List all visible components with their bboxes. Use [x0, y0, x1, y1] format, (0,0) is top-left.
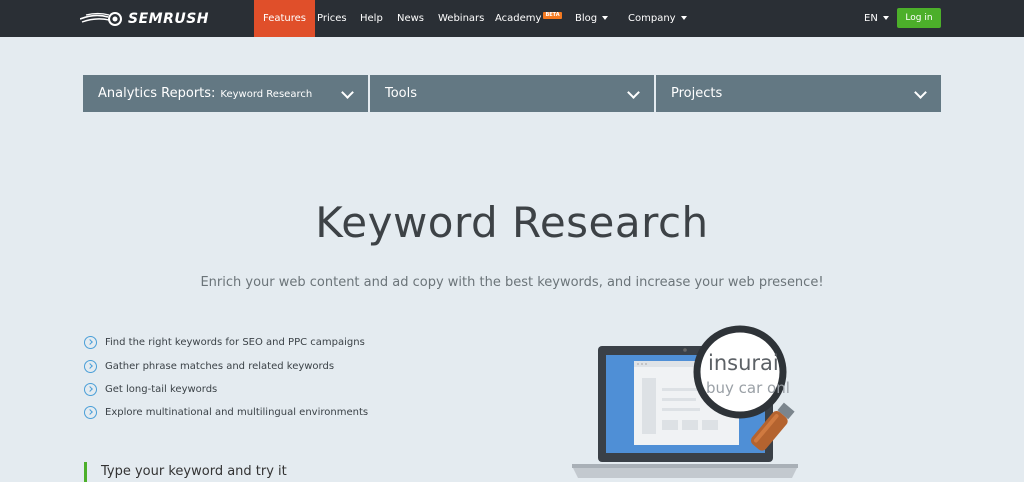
caret-down-icon	[882, 16, 889, 20]
chevron-down-icon	[627, 86, 640, 99]
chevron-circle-icon	[84, 335, 97, 349]
brand-name: SEMRUSH	[128, 11, 210, 27]
nav-company[interactable]: Company	[628, 0, 687, 37]
projects-label: Projects	[671, 86, 723, 101]
fire-swoosh-icon	[80, 12, 122, 26]
chevron-down-icon	[341, 86, 354, 99]
try-keyword-heading: Type your keyword and try it	[84, 462, 287, 482]
analytics-reports-dropdown[interactable]: Analytics Reports: Keyword Research	[83, 75, 368, 112]
nav-webinars-label: Webinars	[438, 13, 485, 24]
nav-features[interactable]: Features	[254, 0, 315, 37]
nav-academy-label: Academy	[495, 13, 542, 24]
nav-academy[interactable]: Academy BETA	[495, 0, 562, 37]
page-subtitle: Enrich your web content and ad copy with…	[200, 275, 824, 290]
semrush-logo[interactable]: SEMRUSH	[80, 9, 209, 29]
caret-down-icon	[602, 16, 609, 20]
page-title: Keyword Research	[315, 198, 709, 247]
feature-text: Get long-tail keywords	[105, 383, 218, 395]
feature-text: Find the right keywords for SEO and PPC …	[105, 336, 365, 348]
language-label: EN	[864, 13, 878, 24]
tools-label: Tools	[385, 86, 418, 101]
nav-news-label: News	[397, 13, 425, 24]
feature-item: Gather phrase matches and related keywor…	[84, 359, 334, 373]
feature-item: Find the right keywords for SEO and PPC …	[84, 335, 365, 349]
feature-text: Explore multinational and multilingual e…	[105, 406, 369, 418]
nav-features-label: Features	[263, 13, 306, 24]
beta-badge: BETA	[543, 12, 562, 19]
nav-news[interactable]: News	[397, 0, 424, 37]
nav-prices-label: Prices	[317, 13, 347, 24]
chevron-circle-icon	[84, 382, 97, 396]
feature-item: Get long-tail keywords	[84, 382, 217, 396]
language-selector[interactable]: EN	[864, 0, 889, 37]
laptop-magnifier-illustration: insurai buy car onl	[572, 325, 798, 478]
feature-item: Explore multinational and multilingual e…	[84, 405, 368, 419]
analytics-reports-title: Analytics Reports:	[98, 86, 216, 101]
nav-blog[interactable]: Blog	[575, 0, 609, 37]
magnifier-text-line1: insurai	[708, 351, 779, 375]
nav-company-label: Company	[628, 13, 676, 24]
login-button[interactable]: Log in	[897, 8, 941, 28]
nav-blog-label: Blog	[575, 13, 598, 24]
feature-text: Gather phrase matches and related keywor…	[105, 360, 335, 372]
analytics-reports-value: Keyword Research	[220, 89, 313, 100]
nav-prices[interactable]: Prices	[317, 0, 347, 37]
chevron-circle-icon	[84, 405, 97, 419]
chevron-circle-icon	[84, 359, 97, 373]
tools-dropdown[interactable]: Tools	[370, 75, 654, 112]
nav-help[interactable]: Help	[360, 0, 383, 37]
top-navigation: SEMRUSH Features Prices Help News Webina…	[0, 0, 1024, 37]
chevron-down-icon	[914, 86, 927, 99]
nav-help-label: Help	[360, 13, 383, 24]
caret-down-icon	[680, 16, 687, 20]
analytics-reports-label: Analytics Reports: Keyword Research	[98, 75, 312, 113]
magnifier-text-line2: buy car onl	[706, 379, 790, 397]
projects-dropdown[interactable]: Projects	[656, 75, 941, 112]
nav-webinars[interactable]: Webinars	[438, 0, 484, 37]
